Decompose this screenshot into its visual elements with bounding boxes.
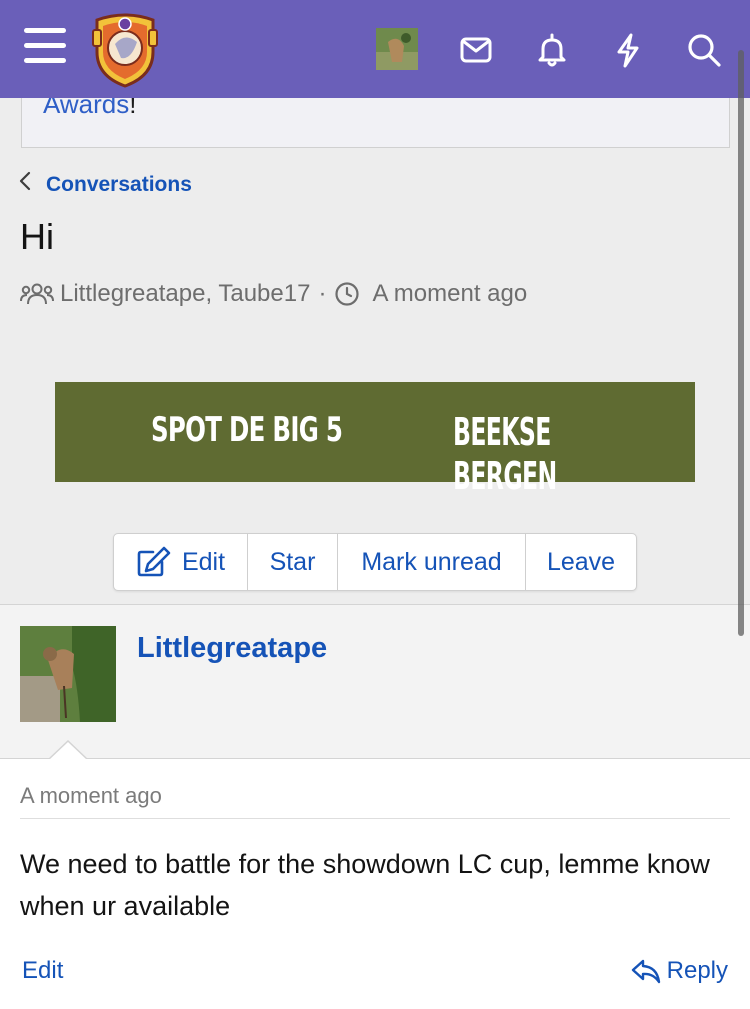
ad-right-text: BEEKSE BERGEN (453, 410, 557, 498)
message-pointer-inner (49, 742, 87, 760)
bell-icon[interactable] (532, 30, 572, 70)
message-text: We need to battle for the showdown LC cu… (20, 849, 710, 921)
reply-icon (631, 959, 660, 984)
lightning-icon[interactable] (608, 30, 648, 70)
participants-text: Littlegreatape, Taube17 (60, 280, 311, 307)
edit-button-label: Edit (181, 547, 226, 576)
users-icon (20, 283, 54, 305)
message-body: A moment ago We need to battle for the s… (0, 758, 750, 1009)
conversation-actions: Edit Star Mark unread Leave (113, 533, 637, 591)
meta-separator: · (318, 280, 327, 307)
breadcrumb[interactable]: Conversations (18, 170, 192, 199)
star-button[interactable]: Star (248, 534, 338, 590)
pencil-edit-icon (137, 546, 171, 577)
breadcrumb-conversations-link[interactable]: Conversations (46, 173, 192, 197)
conversation-meta: Littlegreatape, Taube17 · A moment ago (20, 280, 527, 308)
author-avatar[interactable] (20, 626, 116, 722)
divider (20, 818, 730, 819)
ad-banner[interactable]: SPOT DE BIG 5 BEEKSE BERGEN (55, 382, 695, 498)
top-bar (0, 0, 750, 98)
clock-icon (335, 282, 360, 306)
page-scrollbar[interactable] (738, 50, 744, 636)
message-author[interactable]: Littlegreatape (137, 632, 327, 665)
edit-button[interactable]: Edit (114, 534, 248, 590)
user-avatar[interactable] (376, 28, 418, 70)
reply-button[interactable]: Reply (631, 957, 728, 985)
reply-label: Reply (666, 957, 728, 984)
message-time: A moment ago (20, 783, 162, 808)
message-header: Littlegreatape (0, 604, 750, 759)
envelope-icon[interactable] (456, 30, 496, 70)
chevron-left-icon (18, 170, 32, 199)
leave-button[interactable]: Leave (526, 534, 636, 590)
mark-unread-button[interactable]: Mark unread (338, 534, 526, 590)
page-title: Hi (20, 216, 54, 257)
conversation-time: A moment ago (372, 280, 528, 307)
search-icon[interactable] (684, 30, 724, 70)
site-logo[interactable] (91, 10, 159, 88)
ad-left-text: SPOT DE BIG 5 (151, 410, 343, 450)
message-edit-link[interactable]: Edit (22, 957, 63, 985)
hamburger-icon[interactable] (24, 28, 66, 66)
